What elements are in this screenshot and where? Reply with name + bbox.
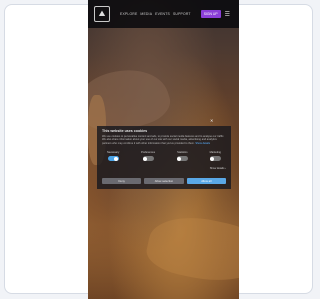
deny-button[interactable]: Deny xyxy=(102,178,142,184)
menu-icon[interactable]: ☰ xyxy=(225,11,230,18)
mobile-screenshot: ⛰ EXPLORE MEDIA EVENTS SUPPORT SIGN UP ☰… xyxy=(88,0,239,299)
toggle-label: Marketing xyxy=(209,151,221,155)
toggle-label: Preferences xyxy=(141,151,156,155)
toggle-preferences: Preferences xyxy=(141,151,156,162)
top-navbar: ⛰ EXPLORE MEDIA EVENTS SUPPORT SIGN UP ☰ xyxy=(88,0,239,28)
statistics-switch[interactable] xyxy=(176,156,188,162)
sign-up-button[interactable]: SIGN UP xyxy=(200,10,221,18)
marketing-switch[interactable] xyxy=(209,156,221,162)
nav-links: EXPLORE MEDIA EVENTS SUPPORT xyxy=(120,12,191,16)
toggle-marketing: Marketing xyxy=(209,151,221,162)
toggle-statistics: Statistics xyxy=(176,151,188,162)
consent-buttons: Deny Allow selection Allow all xyxy=(97,178,231,184)
allow-all-button[interactable]: Allow all xyxy=(186,178,226,184)
canyon-ridge xyxy=(143,208,239,292)
close-icon[interactable]: ✕ xyxy=(210,118,213,123)
nav-link-media[interactable]: MEDIA xyxy=(140,12,152,16)
nav-link-support[interactable]: SUPPORT xyxy=(173,12,191,16)
toggle-necessary: Necessary xyxy=(107,151,120,162)
consent-toggles: Necessary Preferences Statistics Marketi… xyxy=(102,151,226,162)
show-details-link[interactable]: Show details xyxy=(195,142,210,145)
dialog-title: This website uses cookies xyxy=(102,129,148,133)
details-toggle[interactable]: Show details › xyxy=(102,167,226,170)
allow-selection-button[interactable]: Allow selection xyxy=(144,178,184,184)
preferences-switch[interactable] xyxy=(142,156,154,162)
necessary-switch[interactable] xyxy=(107,156,119,162)
dialog-body: We use cookies to personalise content an… xyxy=(102,135,226,145)
toggle-label: Necessary xyxy=(107,151,120,155)
logo-icon[interactable]: ⛰ xyxy=(94,6,110,22)
toggle-label: Statistics xyxy=(177,151,188,155)
nav-link-explore[interactable]: EXPLORE xyxy=(120,12,137,16)
nav-link-events[interactable]: EVENTS xyxy=(155,12,170,16)
